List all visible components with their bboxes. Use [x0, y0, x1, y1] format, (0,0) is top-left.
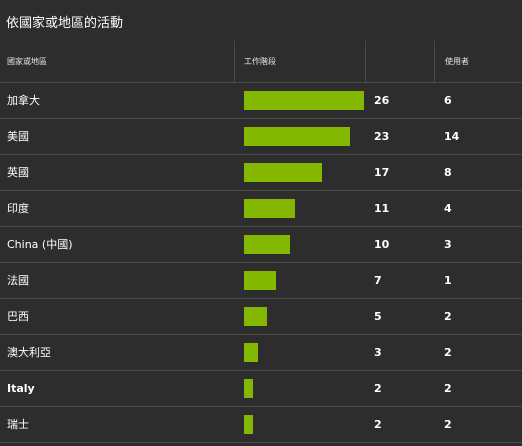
row-users: 8	[444, 166, 452, 179]
row-users: 6	[444, 94, 452, 107]
table-row[interactable]: 法國 7 1	[0, 263, 522, 299]
row-country: 法國	[7, 274, 29, 287]
table-row[interactable]: 印度 11 4	[0, 191, 522, 227]
row-sessions: 3	[374, 346, 382, 359]
sessions-bar	[244, 307, 267, 326]
table-body: 加拿大 26 6 美國 23 14 英國 17 8 印度 11 4 China (中國) 10 3 法國 7 1 巴…	[0, 83, 522, 443]
sessions-bar	[244, 163, 322, 182]
row-users: 2	[444, 418, 452, 431]
row-country: Italy	[7, 382, 35, 395]
row-sessions: 10	[374, 238, 390, 251]
row-country: 美國	[7, 130, 29, 143]
table-row[interactable]: 美國 23 14	[0, 119, 522, 155]
column-divider	[365, 41, 366, 82]
row-country: 瑞士	[7, 418, 29, 431]
row-country: 英國	[7, 166, 29, 179]
table-row[interactable]: 瑞士 2 2	[0, 407, 522, 443]
table-row[interactable]: 英國 17 8	[0, 155, 522, 191]
column-header-country[interactable]: 國家或地區	[7, 41, 47, 82]
row-sessions: 11	[374, 202, 390, 215]
row-users: 2	[444, 346, 452, 359]
sessions-bar	[244, 271, 276, 290]
table-header: 國家或地區 工作階段 使用者	[0, 41, 522, 83]
column-header-users[interactable]: 使用者	[445, 41, 469, 82]
row-sessions: 2	[374, 382, 382, 395]
column-divider	[434, 41, 435, 82]
row-users: 4	[444, 202, 452, 215]
sessions-bar	[244, 127, 350, 146]
sessions-bar	[244, 343, 258, 362]
row-users: 14	[444, 130, 460, 143]
row-sessions: 17	[374, 166, 390, 179]
row-users: 2	[444, 382, 452, 395]
sessions-bar	[244, 379, 253, 398]
table-row[interactable]: 巴西 5 2	[0, 299, 522, 335]
sessions-bar	[244, 199, 295, 218]
row-sessions: 23	[374, 130, 390, 143]
panel-title: 依國家或地區的活動	[6, 16, 124, 31]
row-country: 澳大利亞	[7, 346, 51, 359]
table-row[interactable]: 加拿大 26 6	[0, 83, 522, 119]
row-sessions: 2	[374, 418, 382, 431]
row-sessions: 26	[374, 94, 390, 107]
row-country: 印度	[7, 202, 29, 215]
sessions-bar	[244, 415, 253, 434]
row-country: 加拿大	[7, 94, 40, 107]
row-users: 2	[444, 310, 452, 323]
column-header-sessions[interactable]: 工作階段	[244, 41, 276, 82]
row-users: 3	[444, 238, 452, 251]
row-users: 1	[444, 274, 452, 287]
table-row[interactable]: China (中國) 10 3	[0, 227, 522, 263]
row-sessions: 5	[374, 310, 382, 323]
row-country: China (中國)	[7, 238, 73, 251]
sessions-bar	[244, 91, 364, 110]
table-row[interactable]: 澳大利亞 3 2	[0, 335, 522, 371]
row-sessions: 7	[374, 274, 382, 287]
row-country: 巴西	[7, 310, 29, 323]
column-divider	[234, 41, 235, 82]
country-activity-panel: 依國家或地區的活動 國家或地區 工作階段 使用者 加拿大 26 6 美國 23 14 英國 1…	[0, 0, 522, 446]
sessions-bar	[244, 235, 290, 254]
table-row[interactable]: Italy 2 2	[0, 371, 522, 407]
